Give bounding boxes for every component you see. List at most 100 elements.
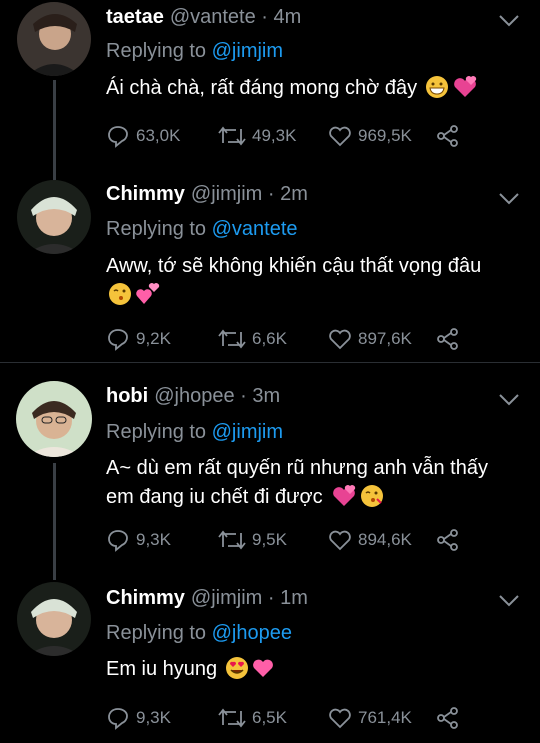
- tweet-text: Em iu hyung: [106, 655, 520, 684]
- two-hearts-icon: [136, 283, 160, 304]
- replying-to: Replying to @jimjim: [106, 40, 283, 63]
- tweet-text: A~ dù em rất quyến rũ nhưng anh vẫn thấy…: [106, 454, 520, 512]
- share-button[interactable]: [436, 526, 466, 554]
- share-icon: [437, 328, 458, 350]
- retweet-button[interactable]: 6,5K: [218, 704, 287, 732]
- heart-eyes-emoji-icon: [225, 657, 248, 679]
- replying-prefix: Replying to: [106, 622, 207, 644]
- reply-icon: [108, 708, 128, 730]
- like-button[interactable]: 761,4K: [328, 704, 412, 732]
- retweet-count: 9,5K: [252, 530, 287, 549]
- mention-link[interactable]: @vantete: [212, 218, 298, 240]
- retweet-icon: [218, 708, 246, 728]
- like-button[interactable]: 897,6K: [328, 325, 412, 353]
- like-button[interactable]: 894,6K: [328, 526, 412, 554]
- two-hearts-icon: [333, 485, 356, 506]
- heart-icon: [329, 126, 351, 147]
- chevron-down-icon[interactable]: [498, 14, 520, 28]
- grinning-emoji-icon: [425, 76, 448, 98]
- tweet-text-line-2: em đang iu chết đi được: [106, 486, 323, 508]
- reply-count: 9,3K: [136, 708, 171, 727]
- like-count: 761,4K: [358, 708, 412, 727]
- retweet-icon: [218, 126, 246, 146]
- share-icon: [437, 707, 458, 729]
- heart-icon-emoji: [252, 659, 273, 677]
- display-name[interactable]: taetae: [106, 6, 164, 28]
- reply-count: 63,0K: [136, 126, 181, 145]
- tweet-actions: 9,3K 6,5K 761,4K: [106, 704, 506, 732]
- share-button[interactable]: [436, 122, 466, 150]
- heart-icon: [329, 530, 351, 551]
- avatar[interactable]: [17, 180, 91, 254]
- retweet-icon: [218, 530, 246, 550]
- replying-to: Replying to @jhopee: [106, 622, 292, 645]
- reply-count: 9,3K: [136, 530, 171, 549]
- thread-line: [53, 80, 56, 180]
- reply-button[interactable]: 9,2K: [106, 325, 171, 353]
- tweet-actions: 63,0K 49,3K 969,5K: [106, 122, 506, 150]
- like-button[interactable]: 969,5K: [328, 122, 412, 150]
- retweet-icon: [218, 329, 246, 349]
- share-button[interactable]: [436, 704, 466, 732]
- retweet-button[interactable]: 9,5K: [218, 526, 287, 554]
- retweet-button[interactable]: 6,6K: [218, 325, 287, 353]
- retweet-count: 49,3K: [252, 126, 297, 145]
- share-icon: [437, 125, 458, 147]
- reply-icon: [108, 530, 128, 552]
- like-count: 969,5K: [358, 126, 412, 145]
- avatar[interactable]: [17, 582, 91, 656]
- thread-line: [53, 463, 56, 580]
- tweet-text-line-1: A~ dù em rất quyến rũ nhưng anh vẫn thấy: [106, 457, 488, 479]
- reply-button[interactable]: 9,3K: [106, 704, 171, 732]
- display-name[interactable]: hobi: [106, 385, 148, 407]
- handle-time: @jimjim · 2m: [190, 183, 308, 205]
- chevron-down-icon[interactable]: [498, 192, 520, 206]
- kissing-face-icon: [109, 283, 131, 305]
- tweet-text: Aww, tớ sẽ không khiến cậu thất vọng đâu: [106, 252, 520, 310]
- replying-to: Replying to @jimjim: [106, 421, 283, 444]
- tweet-header: hobi @jhopee · 3m: [106, 385, 280, 408]
- tweet-text-content: Em iu hyung: [106, 658, 218, 680]
- tweet-text: Ái chà chà, rất đáng mong chờ đây: [106, 74, 520, 103]
- chevron-down-icon[interactable]: [498, 594, 520, 608]
- retweet-button[interactable]: 49,3K: [218, 122, 296, 150]
- share-icon: [437, 529, 458, 551]
- like-count: 897,6K: [358, 329, 412, 348]
- chevron-down-icon[interactable]: [498, 393, 520, 407]
- reply-icon: [108, 329, 128, 351]
- mention-link[interactable]: @jhopee: [212, 622, 292, 644]
- mention-link[interactable]: @jimjim: [212, 40, 283, 62]
- handle-time: @jhopee · 3m: [154, 385, 281, 407]
- reply-count: 9,2K: [136, 329, 171, 348]
- tweet-header: taetae @vantete · 4m: [106, 6, 301, 29]
- retweet-count: 6,5K: [252, 708, 287, 727]
- like-count: 894,6K: [358, 530, 412, 549]
- tweet-actions: 9,3K 9,5K 894,6K: [106, 526, 506, 554]
- heart-icon: [329, 329, 351, 350]
- avatar[interactable]: [16, 381, 92, 457]
- tweet-header: Chimmy @jimjim · 2m: [106, 183, 308, 206]
- handle-time: @vantete · 4m: [169, 6, 302, 28]
- tweet-text-content: Aww, tớ sẽ không khiến cậu thất vọng đâu: [106, 255, 482, 277]
- display-name[interactable]: Chimmy: [106, 587, 185, 609]
- two-hearts-icon: [453, 76, 476, 97]
- avatar[interactable]: [17, 2, 91, 76]
- reply-button[interactable]: 9,3K: [106, 526, 171, 554]
- tweet-header: Chimmy @jimjim · 1m: [106, 587, 308, 610]
- reply-button[interactable]: 63,0K: [106, 122, 180, 150]
- mention-link[interactable]: @jimjim: [212, 421, 283, 443]
- reply-icon: [108, 126, 128, 148]
- tweet-text-content: Ái chà chà, rất đáng mong chờ đây: [106, 77, 418, 99]
- tweet-1[interactable]: taetae @vantete · 4m Replying to @jimjim …: [0, 0, 540, 180]
- replying-prefix: Replying to: [106, 421, 207, 443]
- retweet-count: 6,6K: [252, 329, 287, 348]
- share-button[interactable]: [436, 325, 466, 353]
- tweet-2[interactable]: Chimmy @jimjim · 2m Replying to @vantete …: [0, 180, 540, 362]
- display-name[interactable]: Chimmy: [106, 183, 185, 205]
- replying-to: Replying to @vantete: [106, 218, 298, 241]
- replying-prefix: Replying to: [106, 218, 207, 240]
- tweet-3[interactable]: hobi @jhopee · 3m Replying to @jimjim A~ …: [0, 363, 540, 580]
- tweet-4[interactable]: Chimmy @jimjim · 1m Replying to @jhopee E…: [0, 580, 540, 743]
- kissing-face-icon: [361, 485, 384, 507]
- tweet-actions: 9,2K 6,6K 897,6K: [106, 325, 506, 353]
